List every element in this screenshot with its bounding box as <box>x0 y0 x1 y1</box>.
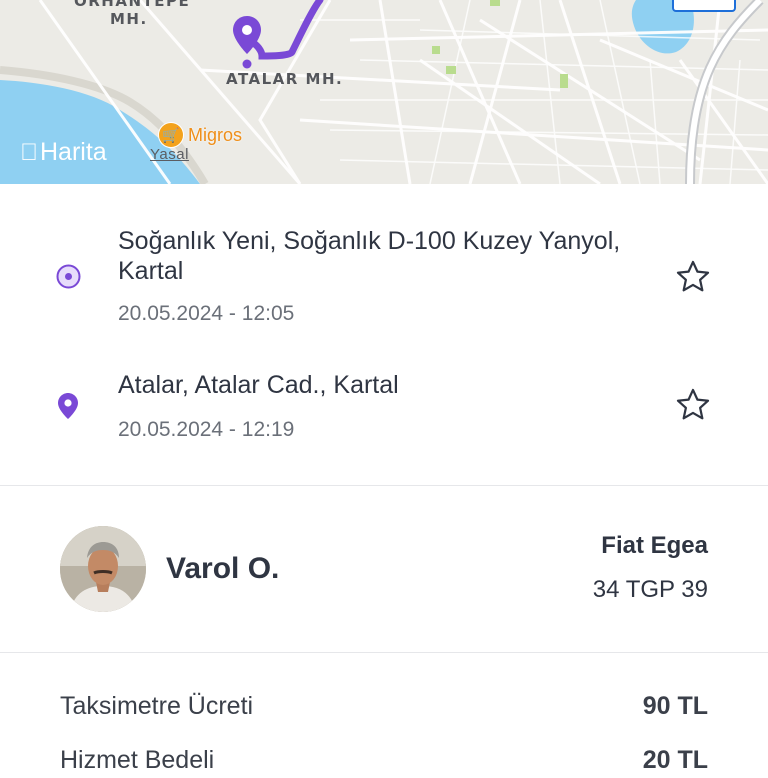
star-icon <box>676 388 710 420</box>
attribution-label: Harita <box>22 138 107 166</box>
favorite-pickup-button[interactable] <box>674 258 712 296</box>
map-area-label: MH. <box>110 10 148 28</box>
pickup-address: Soğanlık Yeni, Soğanlık D-100 Kuzey Yany… <box>118 227 621 285</box>
map-layer-button[interactable] <box>672 0 736 12</box>
fare-label: Taksimetre Ücreti <box>60 692 254 720</box>
map-area-label: ATALAR MH. <box>226 70 344 88</box>
apple-logo-icon:  <box>20 139 38 167</box>
fare-value: 90 TL <box>642 692 708 720</box>
legal-link[interactable]: Yasal <box>150 146 189 163</box>
pickup-stop: Soğanlık Yeni, Soğanlık D-100 Kuzey Yany… <box>0 184 768 334</box>
driver-name: Varol O. <box>166 552 280 585</box>
car-model: Fiat Egea <box>601 532 708 559</box>
favorite-dropoff-button[interactable] <box>674 386 712 424</box>
pickup-time: 20.05.2024 - 12:05 <box>118 302 295 325</box>
dropoff-address: Atalar, Atalar Cad., Kartal <box>118 371 399 399</box>
dropoff-pin-icon <box>58 393 78 419</box>
section-divider <box>0 652 768 653</box>
map-poi[interactable]: 🛒 Migros <box>158 122 242 148</box>
dropoff-stop: Atalar, Atalar Cad., Kartal 20.05.2024 -… <box>0 334 768 484</box>
poi-label: Migros <box>188 124 243 145</box>
star-icon <box>676 260 710 292</box>
section-divider <box>0 485 768 486</box>
pickup-dot-icon <box>56 264 81 289</box>
shopping-basket-icon: 🛒 <box>158 122 184 148</box>
fare-value: 20 TL <box>642 746 708 774</box>
route-start-pin-icon <box>233 16 261 69</box>
map-attribution:  Harita <box>20 138 107 167</box>
driver-photo <box>60 526 146 612</box>
driver-avatar <box>60 526 146 612</box>
fare-row: Taksimetre Ücreti 90 TL <box>60 692 708 724</box>
route-map[interactable]: ORHANTEPE MH. ATALAR MH. 🛒 Migros  Hari… <box>0 0 768 184</box>
dropoff-time: 20.05.2024 - 12:19 <box>118 418 295 441</box>
fare-label: Hizmet Bedeli <box>60 746 215 774</box>
car-plate: 34 TGP 39 <box>592 576 708 603</box>
fare-row: Hizmet Bedeli 20 TL <box>60 746 708 778</box>
map-area-label: ORHANTEPE <box>74 0 191 10</box>
